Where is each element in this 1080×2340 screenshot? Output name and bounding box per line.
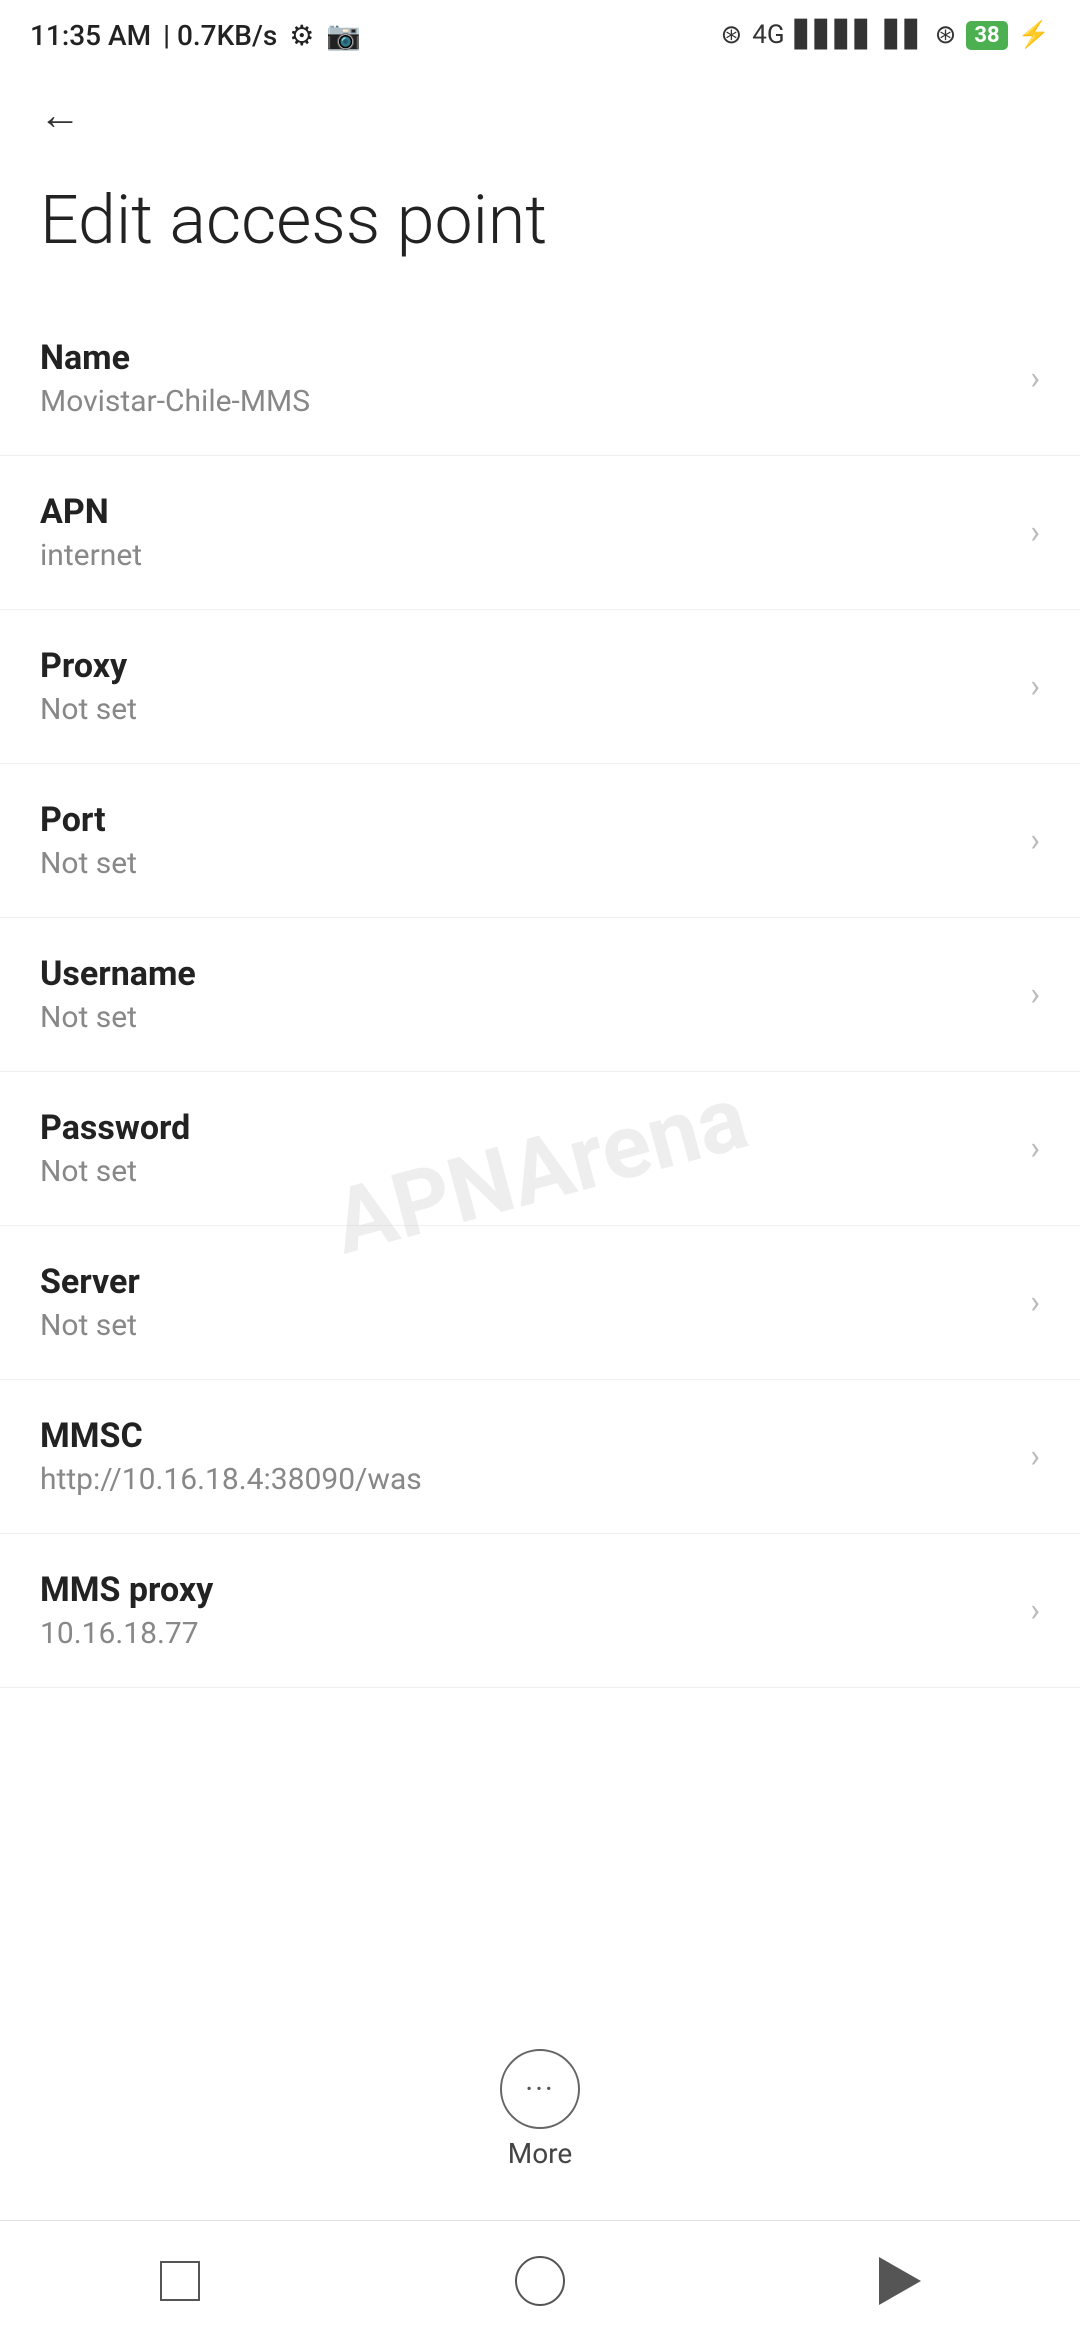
nav-home-button[interactable]: [500, 2241, 580, 2321]
settings-item-content: Password Not set: [40, 1108, 1010, 1189]
settings-item-content: MMSC http://10.16.18.4:38090/was: [40, 1416, 1010, 1497]
home-icon: [515, 2256, 565, 2306]
settings-list: Name Movistar-Chile-MMS › APN internet ›…: [0, 302, 1080, 1688]
settings-item-label: MMS proxy: [40, 1570, 1010, 1610]
settings-item-value: Not set: [40, 692, 1010, 727]
settings-item-value: 10.16.18.77: [40, 1616, 1010, 1651]
chevron-right-icon: ›: [1030, 1437, 1040, 1475]
more-button[interactable]: ··· More: [500, 2049, 580, 2170]
chevron-right-icon: ›: [1030, 821, 1040, 859]
settings-item-apn[interactable]: APN internet ›: [0, 456, 1080, 610]
chevron-right-icon: ›: [1030, 513, 1040, 551]
more-label: More: [508, 2137, 573, 2170]
settings-item-mmsc[interactable]: MMSC http://10.16.18.4:38090/was ›: [0, 1380, 1080, 1534]
chevron-right-icon: ›: [1030, 1283, 1040, 1321]
settings-item-password[interactable]: Password Not set ›: [0, 1072, 1080, 1226]
status-right: ⊛ 4G ▋▋▋▋ ▋▋ ⊛ 38 ⚡: [720, 20, 1050, 50]
status-left: 11:35 AM | 0.7KB/s ⚙ 📷: [30, 19, 361, 52]
signal-bars2-icon: ▋▋: [885, 20, 925, 50]
wifi-icon: ⊛: [935, 20, 957, 50]
settings-item-value: Not set: [40, 846, 1010, 881]
settings-item-mms-proxy[interactable]: MMS proxy 10.16.18.77 ›: [0, 1534, 1080, 1688]
settings-item-content: Server Not set: [40, 1262, 1010, 1343]
recents-icon: [160, 2261, 200, 2301]
settings-item-content: Username Not set: [40, 954, 1010, 1035]
settings-item-label: MMSC: [40, 1416, 1010, 1456]
settings-item-label: Proxy: [40, 646, 1010, 686]
settings-item-name[interactable]: Name Movistar-Chile-MMS ›: [0, 302, 1080, 456]
settings-item-value: Not set: [40, 1000, 1010, 1035]
settings-item-label: Server: [40, 1262, 1010, 1302]
settings-icon: ⚙: [289, 19, 314, 52]
more-dots-icon: ···: [525, 2072, 555, 2107]
settings-item-port[interactable]: Port Not set ›: [0, 764, 1080, 918]
signal-bars-icon: ▋▋▋▋: [795, 20, 875, 50]
settings-item-content: MMS proxy 10.16.18.77: [40, 1570, 1010, 1651]
settings-item-label: Port: [40, 800, 1010, 840]
settings-item-label: Password: [40, 1108, 1010, 1148]
page-title: Edit access point: [0, 160, 1080, 302]
settings-item-content: Name Movistar-Chile-MMS: [40, 338, 1010, 419]
settings-item-proxy[interactable]: Proxy Not set ›: [0, 610, 1080, 764]
settings-item-label: Username: [40, 954, 1010, 994]
top-nav: ←: [0, 70, 1080, 160]
chevron-right-icon: ›: [1030, 359, 1040, 397]
settings-item-username[interactable]: Username Not set ›: [0, 918, 1080, 1072]
settings-item-content: Proxy Not set: [40, 646, 1010, 727]
more-section: ··· More: [0, 2029, 1080, 2190]
settings-item-value: Not set: [40, 1308, 1010, 1343]
camera-icon: 📷: [326, 19, 361, 52]
bottom-nav: [0, 2220, 1080, 2340]
chevron-right-icon: ›: [1030, 1129, 1040, 1167]
bluetooth-icon: ⊛: [720, 20, 742, 50]
battery-indicator: 38: [966, 21, 1007, 50]
speed-text: | 0.7KB/s: [163, 19, 277, 52]
settings-item-value: internet: [40, 538, 1010, 573]
status-bar: 11:35 AM | 0.7KB/s ⚙ 📷 ⊛ 4G ▋▋▋▋ ▋▋ ⊛ 38…: [0, 0, 1080, 70]
settings-item-value: Not set: [40, 1154, 1010, 1189]
more-circle-icon: ···: [500, 2049, 580, 2129]
settings-item-value: http://10.16.18.4:38090/was: [40, 1462, 1010, 1497]
settings-item-label: Name: [40, 338, 1010, 378]
chevron-right-icon: ›: [1030, 667, 1040, 705]
nav-back-button[interactable]: [860, 2241, 940, 2321]
settings-item-value: Movistar-Chile-MMS: [40, 384, 1010, 419]
time-text: 11:35 AM: [30, 19, 151, 52]
chevron-right-icon: ›: [1030, 975, 1040, 1013]
back-button[interactable]: ←: [30, 85, 90, 145]
back-arrow-icon: ←: [39, 91, 81, 140]
signal-4g-icon: 4G: [752, 20, 784, 50]
settings-item-content: Port Not set: [40, 800, 1010, 881]
settings-item-server[interactable]: Server Not set ›: [0, 1226, 1080, 1380]
settings-item-content: APN internet: [40, 492, 1010, 573]
back-nav-icon: [879, 2257, 921, 2305]
settings-item-label: APN: [40, 492, 1010, 532]
charging-icon: ⚡: [1018, 20, 1050, 50]
chevron-right-icon: ›: [1030, 1591, 1040, 1629]
nav-recents-button[interactable]: [140, 2241, 220, 2321]
